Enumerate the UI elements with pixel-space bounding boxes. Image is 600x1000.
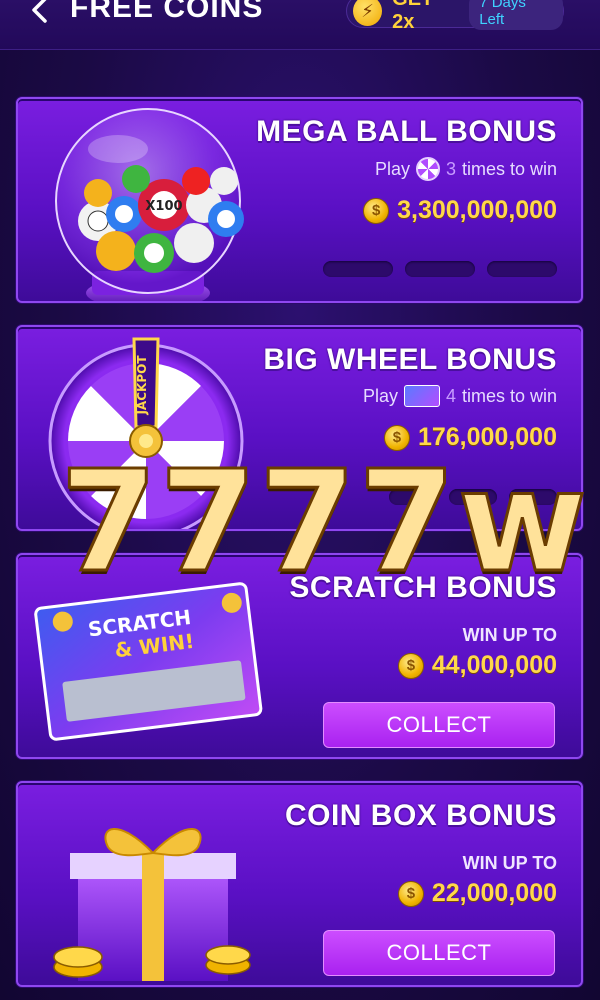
double-coins-promo[interactable]: ⚡ GET 2x 7 Days Left xyxy=(346,0,564,33)
chevron-left-icon xyxy=(32,0,47,23)
progress-segment xyxy=(487,261,557,277)
reward-amount: 44,000,000 xyxy=(431,651,557,679)
progress-segment xyxy=(449,489,497,505)
play-count: 3 xyxy=(445,158,456,179)
play-prefix: Play xyxy=(374,158,410,179)
scratch-ticket-illustration: SCRATCH & WIN! xyxy=(34,582,263,741)
coin-icon: $ xyxy=(363,197,390,224)
promo-label: GET 2x xyxy=(392,0,433,33)
mini-wheel-icon xyxy=(415,157,440,181)
reward-amount-row: $ 3,300,000,000 xyxy=(363,196,557,225)
win-up-to-label: WIN UP TO xyxy=(462,853,557,873)
play-requirement: Play 3 times to win xyxy=(375,157,557,181)
progress-segment xyxy=(509,489,557,505)
reward-amount-row: $ 176,000,000 xyxy=(383,423,557,452)
card-title: SCRATCH BONUS xyxy=(289,571,557,604)
big-wheel-bonus-card[interactable]: JACKPOT BIG WHEEL BONUS Play 4 times to … xyxy=(16,325,583,531)
reward-amount-row: $ 22,000,000 xyxy=(397,879,557,908)
reward-amount-row: $ 44,000,000 xyxy=(397,651,557,680)
progress-segment xyxy=(323,261,393,277)
progress-segments xyxy=(323,261,557,277)
reward-amount: 22,000,000 xyxy=(431,879,557,907)
wheel-jackpot-label: JACKPOT xyxy=(135,355,149,416)
progress-segments xyxy=(389,489,557,505)
coin-icon: $ xyxy=(397,880,424,907)
reward-amount: 3,300,000,000 xyxy=(397,196,557,224)
card-title: BIG WHEEL BONUS xyxy=(263,343,557,376)
lightning-icon: ⚡ xyxy=(353,0,383,26)
mini-scratch-ticket-icon xyxy=(403,385,440,407)
mega-ball-globe-illustration: X100 xyxy=(55,108,244,301)
mega-ball-bonus-card[interactable]: X100 MEGA BALL BONUS Play 3 times to win… xyxy=(16,97,583,303)
play-suffix: times to win xyxy=(461,158,557,179)
collect-button[interactable]: COLLECT xyxy=(323,930,555,976)
svg-text:X100: X100 xyxy=(145,199,182,214)
scratch-bonus-card[interactable]: SCRATCH & WIN! SCRATCH BONUS WIN UP TO $… xyxy=(16,553,583,759)
coin-icon: $ xyxy=(383,424,410,451)
play-requirement: Play 4 times to win xyxy=(363,385,557,407)
progress-segment xyxy=(405,261,475,277)
big-wheel-illustration: JACKPOT xyxy=(48,337,244,529)
win-up-to-label: WIN UP TO xyxy=(462,625,557,645)
collect-button[interactable]: COLLECT xyxy=(323,702,555,748)
play-count: 4 xyxy=(445,385,456,406)
days-left-badge: 7 Days Left xyxy=(469,0,563,30)
coin-icon: $ xyxy=(397,652,424,679)
card-title: MEGA BALL BONUS xyxy=(256,115,557,148)
top-bar: FREE COINS ⚡ GET 2x 7 Days Left xyxy=(0,0,600,50)
reward-amount: 176,000,000 xyxy=(417,423,557,451)
gift-box-illustration xyxy=(53,828,251,981)
card-title: COIN BOX BONUS xyxy=(284,799,557,832)
progress-segment xyxy=(389,489,437,505)
back-button[interactable] xyxy=(22,0,58,30)
page-title: FREE COINS xyxy=(70,0,264,24)
coin-box-bonus-card[interactable]: COIN BOX BONUS WIN UP TO $ 22,000,000 CO… xyxy=(16,781,583,987)
play-prefix: Play xyxy=(362,385,398,406)
play-suffix: times to win xyxy=(461,385,557,406)
